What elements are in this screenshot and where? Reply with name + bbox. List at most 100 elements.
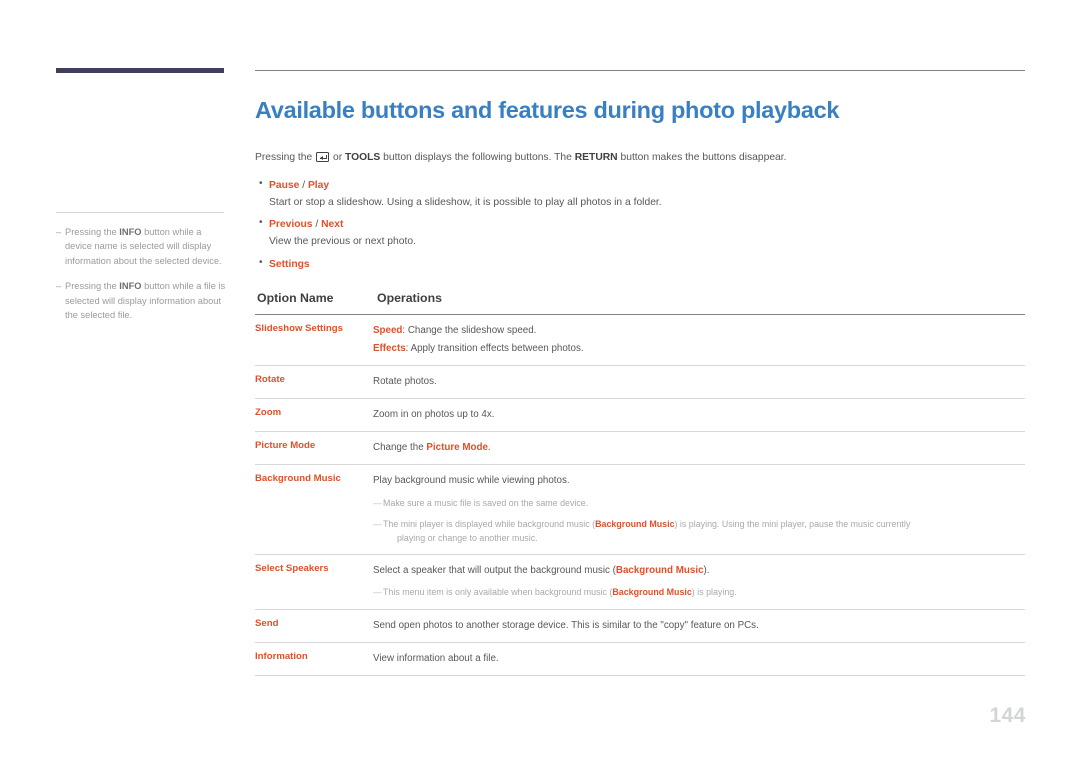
table-row: Picture Mode Change the Picture Mode. — [255, 431, 1025, 466]
bullet-label-pause-play: Pause / Play — [269, 180, 329, 191]
bullet-content: Previous / Next View the previous or nex… — [269, 214, 1025, 249]
sidebar-divider — [56, 212, 224, 213]
rotate-desc: Rotate photos. — [373, 375, 437, 387]
background-music-note-2: — The mini player is displayed while bac… — [373, 517, 1025, 546]
select-speakers-desc: Select a speaker that will output the ba… — [373, 563, 1025, 578]
table-body: Slideshow Settings Speed: Change the sli… — [255, 314, 1025, 677]
bullet-label-a: Previous — [269, 219, 313, 231]
bullet-marker-icon: • — [259, 256, 263, 268]
em-dash-marker: — — [373, 518, 382, 529]
em-dash-marker: — — [373, 587, 382, 598]
decorative-top-bar — [56, 68, 224, 73]
send-desc: Send open photos to another storage devi… — [373, 619, 759, 631]
picture-mode-desc: Change the Picture Mode. — [373, 440, 1025, 455]
table-row: Background Music Play background music w… — [255, 464, 1025, 556]
operations-slideshow-settings: Speed: Change the slideshow speed. Effec… — [373, 314, 1025, 366]
feature-bullet-list: • Pause / Play Start or stop a slideshow… — [255, 175, 1025, 273]
table-header: Option Name Operations — [255, 290, 1025, 314]
list-item: • Pause / Play Start or stop a slideshow… — [255, 175, 1025, 210]
intro-part-3: button displays the following buttons. T… — [380, 152, 575, 164]
picture-mode-pre: Change the — [373, 442, 427, 454]
bullet-label-settings: Settings — [269, 259, 310, 270]
sidebar-notes: – Pressing the INFO button while a devic… — [56, 212, 228, 333]
option-name-information: Information — [255, 642, 373, 677]
main-content: Available buttons and features during ph… — [255, 96, 1025, 677]
operations-information: View information about a file. — [373, 642, 1025, 677]
table-row: Select Speakers Select a speaker that wi… — [255, 554, 1025, 610]
list-item: • Previous / Next View the previous or n… — [255, 214, 1025, 249]
intro-return-label: RETURN — [574, 152, 618, 164]
picture-mode-ref: Picture Mode — [426, 442, 488, 454]
option-name-picture-mode: Picture Mode — [255, 431, 373, 466]
column-header-option-name: Option Name — [257, 290, 334, 305]
note-post: ) is playing. — [691, 587, 737, 598]
sidebar-note-2-text: Pressing the INFO button while a file is… — [65, 279, 228, 322]
background-music-ref: Background Music — [615, 565, 704, 577]
intro-tools-label: TOOLS — [345, 152, 381, 164]
operations-picture-mode: Change the Picture Mode. — [373, 431, 1025, 466]
speed-label: Speed — [373, 324, 403, 336]
note-2-pre: The mini player is displayed while backg… — [383, 518, 596, 529]
speed-desc: : Change the slideshow speed. — [402, 324, 537, 336]
intro-paragraph: Pressing the or TOOLS button displays th… — [255, 150, 1025, 165]
option-name-zoom: Zoom — [255, 398, 373, 433]
background-music-ref: Background Music — [595, 518, 675, 529]
bullet-marker-icon: • — [259, 217, 263, 229]
bullet-separator: / — [299, 179, 308, 191]
list-item: • Settings — [255, 254, 1025, 273]
bullet-description: Start or stop a slideshow. Using a slide… — [269, 196, 662, 208]
sidebar-note-2: – Pressing the INFO button while a file … — [56, 279, 228, 322]
operations-zoom: Zoom in on photos up to 4x. — [373, 398, 1025, 433]
bullet-content: Settings — [269, 254, 1025, 273]
background-music-ref: Background Music — [612, 587, 692, 598]
em-dash-marker: — — [373, 497, 382, 508]
slideshow-effects-line: Effects: Apply transition effects betwee… — [373, 341, 1025, 356]
background-music-note-1: — Make sure a music file is saved on the… — [373, 496, 1025, 510]
background-music-desc: Play background music while viewing phot… — [373, 475, 570, 487]
sidebar-note-1-text: Pressing the INFO button while a device … — [65, 225, 228, 268]
note-2-post: ) is playing. Using the mini player, pau… — [674, 518, 911, 529]
bullet-content: Pause / Play Start or stop a slideshow. … — [269, 175, 1025, 210]
note-1-pre: Pressing the — [65, 227, 120, 237]
option-name-rotate: Rotate — [255, 365, 373, 400]
dash-marker: – — [56, 227, 62, 237]
sidebar-note-1: – Pressing the INFO button while a devic… — [56, 225, 228, 268]
bullet-label-b: Play — [307, 179, 330, 191]
effects-label: Effects — [373, 342, 406, 354]
operations-send: Send open photos to another storage devi… — [373, 609, 1025, 643]
page-title: Available buttons and features during ph… — [255, 97, 840, 123]
picture-mode-post: . — [487, 442, 491, 454]
note-1-bold: INFO — [119, 227, 142, 237]
option-name-send: Send — [255, 609, 373, 643]
dash-marker: – — [56, 281, 62, 292]
page-number: 144 — [989, 704, 1026, 727]
option-name-select-speakers: Select Speakers — [255, 554, 373, 610]
select-speakers-note: — This menu item is only available when … — [373, 585, 1025, 599]
options-table: Option Name Operations Slideshow Setting… — [255, 291, 1025, 677]
background-music-note-2-text: The mini player is displayed while backg… — [383, 517, 1025, 546]
intro-part-1: Pressing the — [255, 152, 316, 164]
operations-select-speakers: Select a speaker that will output the ba… — [373, 554, 1025, 610]
bullet-label-b: Next — [321, 219, 344, 231]
information-desc: View information about a file. — [373, 652, 499, 664]
intro-part-4: button makes the buttons disappear. — [617, 152, 787, 164]
bullet-label-previous-next: Previous / Next — [269, 219, 343, 230]
bullet-description: View the previous or next photo. — [269, 236, 416, 248]
table-row: Slideshow Settings Speed: Change the sli… — [255, 314, 1025, 366]
bullet-separator: / — [312, 219, 322, 231]
bullet-marker-icon: • — [259, 177, 263, 189]
table-row: Zoom Zoom in on photos up to 4x. — [255, 398, 1025, 433]
table-row: Send Send open photos to another storage… — [255, 609, 1025, 643]
select-speakers-note-text: This menu item is only available when ba… — [383, 585, 1025, 599]
select-speakers-pre: Select a speaker that will output the ba… — [373, 565, 616, 577]
option-name-slideshow-settings: Slideshow Settings — [255, 314, 373, 366]
bullet-label-a: Settings — [269, 258, 310, 270]
note-2-bold: INFO — [119, 281, 142, 292]
operations-rotate: Rotate photos. — [373, 365, 1025, 400]
column-header-operations: Operations — [377, 290, 442, 305]
slideshow-speed-line: Speed: Change the slideshow speed. — [373, 323, 1025, 338]
option-name-background-music: Background Music — [255, 464, 373, 556]
select-speakers-post: ). — [703, 565, 710, 577]
table-header-row: Option Name Operations — [255, 290, 1025, 314]
table-row: Information View information about a fil… — [255, 642, 1025, 677]
